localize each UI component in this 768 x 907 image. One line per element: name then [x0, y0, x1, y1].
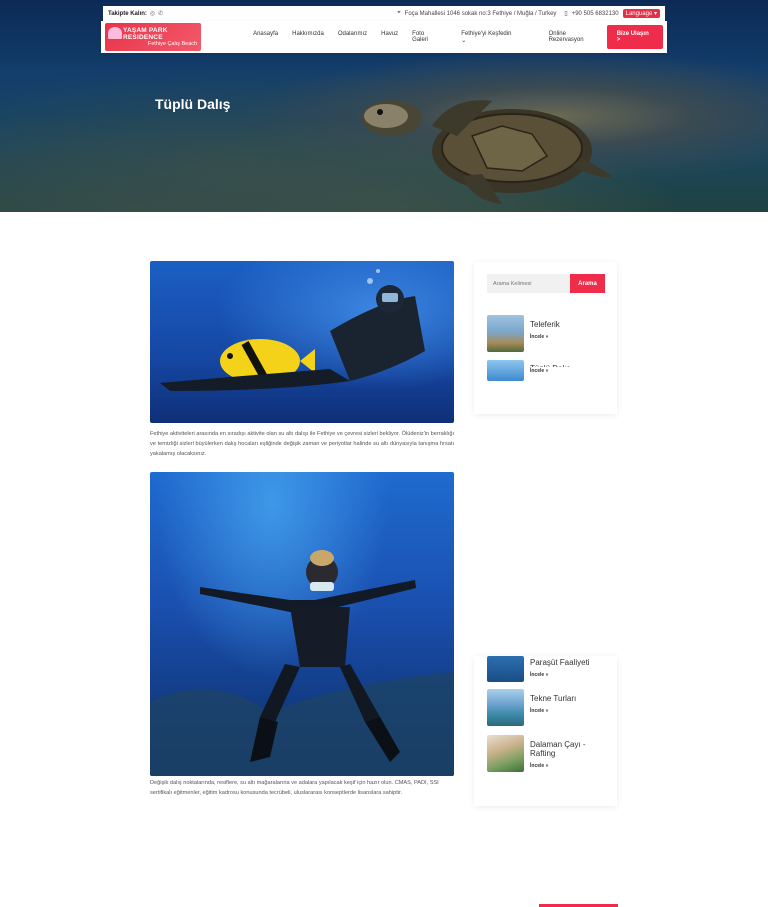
sidebar-item-dalaman-rafting[interactable]: Dalaman Çayı - Rafting İncele » [487, 735, 600, 772]
teleferik-thumbnail [487, 315, 524, 352]
parasut-thumbnail [487, 656, 524, 682]
site-logo[interactable]: YAŞAM PARK RESIDENCE Fethiye Çalış Beach [105, 23, 202, 51]
sidebar-widget: Arama Teleferik İncele » Tüplü Dalış İnc… [474, 262, 617, 414]
nav-item-foto-galeri[interactable]: Foto Galeri [405, 31, 447, 44]
phone-link[interactable]: +90 505 6832130 [572, 11, 619, 17]
sidebar-item-title[interactable]: Tekne Turları [530, 694, 600, 703]
phone-icon: ▯ [564, 11, 568, 17]
chevron-down-icon: ⌄ [461, 37, 467, 44]
whatsapp-icon[interactable]: ✆ [158, 10, 163, 17]
sidebar-item-parasut[interactable]: Paraşüt Faaliyeti İncele » [487, 656, 600, 682]
search-input[interactable] [487, 274, 570, 293]
nav-item-fethiye-label: Fethiye'yi Keşfedin [461, 30, 512, 37]
contact-us-button[interactable]: Bize Ulaşın > [606, 25, 663, 49]
page-title: Tüplü Dalış [155, 96, 231, 112]
sidebar-item-tuplu-dalis[interactable]: Tüplü Dalış İncele » [487, 360, 600, 381]
tekne-turlari-thumbnail [487, 689, 524, 726]
detail-paragraph: Değişik dalış noktalarında, resiflere, s… [150, 780, 439, 796]
chevron-down-icon: ▾ [653, 11, 657, 17]
sidebar-item-title[interactable]: Paraşüt Faaliyeti [530, 658, 600, 667]
language-dropdown[interactable]: Language ▾ [622, 9, 660, 18]
nav-menu: Anasayfa Hakkımızda Odalarımız Havuz Fot… [246, 31, 607, 44]
sidebar-item-title[interactable]: Dalaman Çayı - Rafting [530, 740, 600, 758]
sidebar-item-more[interactable]: İncele » [530, 763, 600, 769]
sidebar-item-title[interactable]: Tüplü Dalış [530, 364, 600, 367]
sidebar-search: Arama [487, 274, 605, 293]
follow-label: Takipte Kalın: [108, 10, 147, 17]
nav-item-online-rezervasyon[interactable]: Online Rezervasyon [542, 31, 607, 44]
top-info-bar: Takipte Kalın: ◎ ✆ ⌖ Foça Mahallesi 1046… [103, 6, 665, 21]
search-button[interactable]: Arama [570, 274, 605, 293]
logo-mark-icon [108, 27, 122, 39]
language-label: Language [625, 11, 653, 17]
logo-title: YAŞAM PARK RESIDENCE [123, 27, 168, 41]
main-navigation: YAŞAM PARK RESIDENCE Fethiye Çalış Beach… [101, 21, 667, 53]
diver-illustration [150, 550, 454, 776]
diver-spread-arms-image [150, 472, 454, 776]
sidebar-item-title[interactable]: Teleferik [530, 320, 600, 329]
instagram-icon[interactable]: ◎ [150, 10, 155, 17]
sidebar-item-more[interactable]: İncele » [530, 708, 600, 714]
sea-turtle-image [362, 100, 612, 204]
nav-item-anasayfa[interactable]: Anasayfa [246, 31, 285, 44]
address-text: Foça Mahallesi 1046 sokak no:3 Fethiye /… [404, 10, 557, 17]
nav-item-fethiye-kesfedin[interactable]: Fethiye'yi Keşfedin ⌄ [447, 31, 541, 44]
sidebar-item-more[interactable]: İncele » [530, 672, 600, 678]
sidebar-item-teleferik[interactable]: Teleferik İncele » [487, 315, 600, 352]
nav-item-havuz[interactable]: Havuz [374, 31, 405, 44]
nav-item-odalarimiz[interactable]: Odalarımız [331, 31, 374, 44]
tuplu-dalis-thumbnail [487, 360, 524, 381]
diver-fish-image [150, 261, 454, 423]
sidebar-item-more[interactable]: İncele » [530, 334, 600, 340]
logo-subtitle: Fethiye Çalış Beach [147, 41, 198, 47]
sidebar-item-tekne-turlari[interactable]: Tekne Turları İncele » [487, 689, 600, 726]
intro-paragraph: Fethiye aktiviteleri arasında en sıradış… [150, 431, 454, 457]
nav-item-hakkimizda[interactable]: Hakkımızda [285, 31, 331, 44]
sidebar-item-more[interactable]: İncele » [530, 368, 600, 374]
sidebar-widget-lower: Paraşüt Faaliyeti İncele » Tekne Turları… [474, 656, 617, 806]
rafting-thumbnail [487, 735, 524, 772]
main-content: Fethiye aktiviteleri arasında en sıradış… [150, 261, 454, 798]
location-pin-icon: ⌖ [397, 10, 401, 16]
diver-fish-illustration [160, 269, 425, 391]
